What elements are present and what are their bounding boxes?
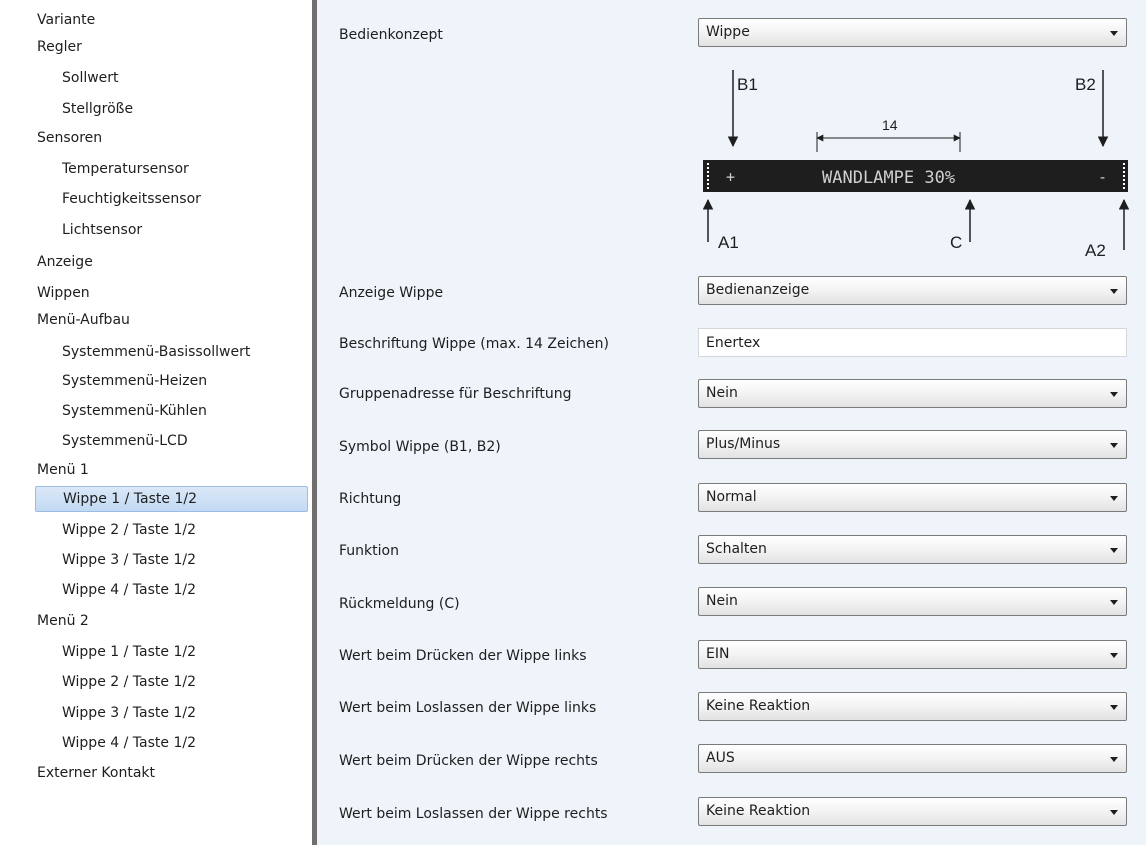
chevron-down-icon	[1110, 496, 1118, 501]
nav-item-variante[interactable]: Variante	[37, 8, 95, 32]
label-gruppenadresse-beschriftung: Gruppenadresse für Beschriftung	[339, 386, 572, 402]
b2-label: B2	[1075, 75, 1096, 94]
nav-item-anzeige[interactable]: Anzeige	[37, 250, 93, 274]
nav-item-menue-1[interactable]: Menü 1	[37, 458, 89, 482]
a1-label: A1	[718, 233, 739, 252]
bedienkonzept-select[interactable]: Wippe	[698, 18, 1127, 47]
wert-druecken-rechts-select[interactable]: AUS	[698, 744, 1127, 773]
label-symbol-wippe: Symbol Wippe (B1, B2)	[339, 439, 501, 455]
label-wert-loslassen-links: Wert beim Loslassen der Wippe links	[339, 700, 597, 716]
anzeige-wippe-select[interactable]: Bedienanzeige	[698, 276, 1127, 305]
nav-item-systemmenue-heizen[interactable]: Systemmenü-Heizen	[62, 369, 207, 393]
beschriftung-wippe-field[interactable]	[698, 328, 1127, 357]
chevron-down-icon	[1110, 757, 1118, 762]
label-rueckmeldung: Rückmeldung (C)	[339, 596, 460, 612]
gruppenadresse-value: Nein	[706, 385, 738, 401]
symbol-wippe-value: Plus/Minus	[706, 436, 781, 452]
nav-item-systemmenue-basissollwert[interactable]: Systemmenü-Basissollwert	[62, 340, 250, 364]
wert-druecken-links-select[interactable]: EIN	[698, 640, 1127, 669]
minus-symbol: -	[1098, 168, 1107, 186]
wert-druecken-rechts-value: AUS	[706, 750, 735, 766]
nav-item-lichtsensor[interactable]: Lichtsensor	[62, 218, 142, 242]
funktion-value: Schalten	[706, 541, 767, 557]
nav-item-menu1-wippe-3[interactable]: Wippe 3 / Taste 1/2	[62, 548, 196, 572]
chevron-down-icon	[1110, 443, 1118, 448]
rueckmeldung-value: Nein	[706, 593, 738, 609]
nav-item-menu1-wippe-4[interactable]: Wippe 4 / Taste 1/2	[62, 578, 196, 602]
chevron-down-icon	[1110, 289, 1118, 294]
nav-item-menu1-wippe-1[interactable]: Wippe 1 / Taste 1/2	[35, 486, 308, 512]
nav-item-systemmenue-kuehlen[interactable]: Systemmenü-Kühlen	[62, 399, 207, 423]
chevron-down-icon	[1110, 810, 1118, 815]
rocker-display-diagram: B1 B2 14 + WANDLAMPE 30% - A1 C A2	[702, 70, 1130, 260]
nav-item-wippen[interactable]: Wippen	[37, 281, 90, 305]
nav-item-feuchtigkeitssensor[interactable]: Feuchtigkeitssensor	[62, 187, 201, 211]
funktion-select[interactable]: Schalten	[698, 535, 1127, 564]
symbol-wippe-select[interactable]: Plus/Minus	[698, 430, 1127, 459]
nav-item-temperatursensor[interactable]: Temperatursensor	[62, 157, 189, 181]
chevron-down-icon	[1110, 392, 1118, 397]
chevron-down-icon	[1110, 548, 1118, 553]
navigation-tree: Variante Regler Sollwert Stellgröße Sens…	[0, 0, 312, 845]
richtung-value: Normal	[706, 489, 757, 505]
wert-loslassen-rechts-value: Keine Reaktion	[706, 803, 811, 819]
label-wert-loslassen-rechts: Wert beim Loslassen der Wippe rechts	[339, 806, 608, 822]
nav-item-sollwert[interactable]: Sollwert	[62, 66, 119, 90]
a2-label: A2	[1085, 241, 1106, 260]
anzeige-wippe-value: Bedienanzeige	[706, 282, 810, 298]
b1-label: B1	[737, 75, 758, 94]
label-bedienkonzept: Bedienkonzept	[339, 27, 443, 43]
label-beschriftung-wippe: Beschriftung Wippe (max. 14 Zeichen)	[339, 336, 609, 352]
nav-item-stellgroesse[interactable]: Stellgröße	[62, 97, 133, 121]
display-text: WANDLAMPE 30%	[822, 168, 955, 188]
label-wert-druecken-links: Wert beim Drücken der Wippe links	[339, 648, 587, 664]
c-label: C	[950, 233, 962, 252]
nav-item-menu2-wippe-2[interactable]: Wippe 2 / Taste 1/2	[62, 670, 196, 694]
chevron-down-icon	[1110, 705, 1118, 710]
chevron-down-icon	[1110, 600, 1118, 605]
plus-symbol: +	[726, 168, 735, 186]
nav-item-sensoren[interactable]: Sensoren	[37, 126, 102, 150]
wert-loslassen-links-value: Keine Reaktion	[706, 698, 811, 714]
label-funktion: Funktion	[339, 543, 399, 559]
rueckmeldung-select[interactable]: Nein	[698, 587, 1127, 616]
richtung-select[interactable]: Normal	[698, 483, 1127, 512]
label-richtung: Richtung	[339, 491, 402, 507]
label-anzeige-wippe: Anzeige Wippe	[339, 285, 444, 301]
nav-item-externer-kontakt[interactable]: Externer Kontakt	[37, 761, 155, 785]
nav-item-menue-2[interactable]: Menü 2	[37, 609, 89, 633]
width-dimension-label: 14	[882, 117, 898, 133]
wert-druecken-links-value: EIN	[706, 646, 730, 662]
label-wert-druecken-rechts: Wert beim Drücken der Wippe rechts	[339, 753, 598, 769]
nav-item-systemmenue-lcd[interactable]: Systemmenü-LCD	[62, 429, 188, 453]
gruppenadresse-select[interactable]: Nein	[698, 379, 1127, 408]
chevron-down-icon	[1110, 31, 1118, 36]
wert-loslassen-links-select[interactable]: Keine Reaktion	[698, 692, 1127, 721]
bedienkonzept-value: Wippe	[706, 24, 750, 40]
beschriftung-wippe-input[interactable]	[699, 329, 1116, 356]
nav-item-menu1-wippe-2[interactable]: Wippe 2 / Taste 1/2	[62, 518, 196, 542]
nav-item-menu2-wippe-4[interactable]: Wippe 4 / Taste 1/2	[62, 731, 196, 755]
nav-item-menue-aufbau[interactable]: Menü-Aufbau	[37, 308, 130, 332]
nav-item-menu2-wippe-3[interactable]: Wippe 3 / Taste 1/2	[62, 701, 196, 725]
nav-item-regler[interactable]: Regler	[37, 35, 82, 59]
nav-item-menu2-wippe-1[interactable]: Wippe 1 / Taste 1/2	[62, 640, 196, 664]
wert-loslassen-rechts-select[interactable]: Keine Reaktion	[698, 797, 1127, 826]
chevron-down-icon	[1110, 653, 1118, 658]
